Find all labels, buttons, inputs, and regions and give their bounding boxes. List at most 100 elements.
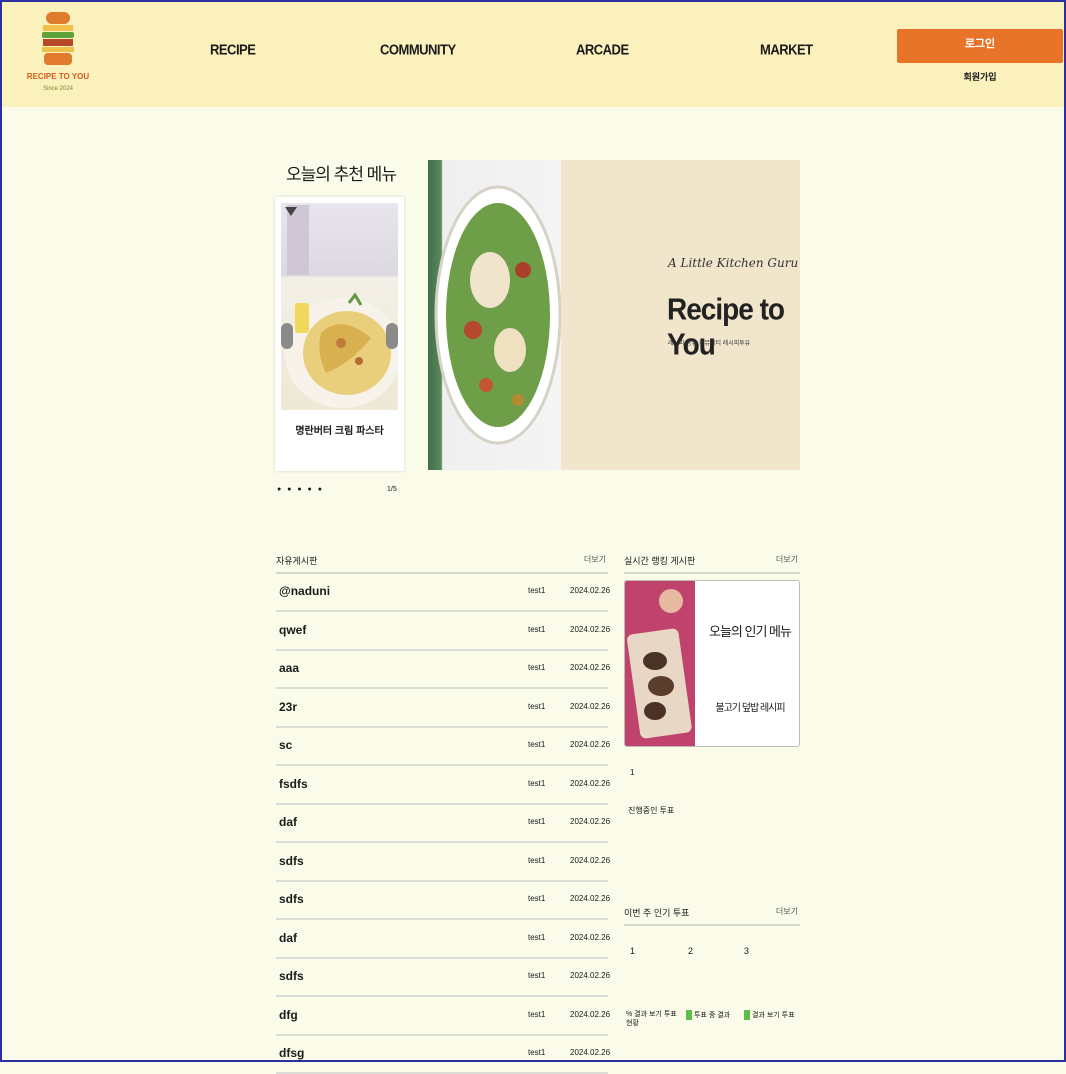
poll-swatch <box>744 1010 750 1020</box>
salad-bowl-illustration <box>434 185 562 445</box>
board-row[interactable]: fsdfs test1 2024.02.26 <box>276 765 611 805</box>
poll-swatch <box>686 1010 692 1020</box>
grilled-food-illustration <box>627 589 692 739</box>
carousel-prev-arrow[interactable] <box>281 323 293 349</box>
row-author: test1 <box>528 817 546 826</box>
ranking-card[interactable]: 오늘의 인기 메뉴 불고기 덮밥 레시피 <box>624 580 800 747</box>
poll-result-label: 투표 중 결과 <box>694 1011 731 1019</box>
row-title[interactable]: aaa <box>279 661 299 675</box>
nav-community[interactable]: COMMUNITY <box>380 41 456 58</box>
row-date: 2024.02.26 <box>570 740 611 749</box>
ranking-title: 실시간 랭킹 게시판 <box>624 556 696 566</box>
nav-arcade[interactable]: ARCADE <box>576 41 629 58</box>
salad-photo <box>428 160 562 470</box>
row-title[interactable]: sdfs <box>279 969 304 983</box>
logo-subtitle: Since 2024 <box>42 86 74 92</box>
row-date: 2024.02.26 <box>570 855 611 865</box>
board-row[interactable]: @naduni test1 2024.02.26 <box>276 572 611 612</box>
poll-more-link[interactable]: 더보기 <box>776 906 798 917</box>
board-row[interactable]: aaa test1 2024.02.26 <box>276 649 611 689</box>
row-date: 2024.02.26 <box>570 701 611 711</box>
row-title[interactable]: @naduni <box>279 584 330 598</box>
recommended-card[interactable]: 명란버터 크림 파스타 <box>275 197 404 471</box>
board-row[interactable]: sdfs test1 2024.02.26 <box>276 842 611 882</box>
recommended-title: 오늘의 추천 메뉴 <box>286 165 397 184</box>
row-author: test1 <box>528 624 546 634</box>
board-row[interactable]: sc test1 2024.02.26 <box>276 726 611 766</box>
ranking-header: 실시간 랭킹 게시판 더보기 <box>624 554 800 574</box>
board-row[interactable]: qwef test1 2024.02.26 <box>276 611 611 651</box>
row-title[interactable]: daf <box>279 815 297 829</box>
board-row[interactable]: daf test1 2024.02.26 <box>276 919 611 959</box>
row-author: test1 <box>528 701 546 711</box>
site-logo[interactable]: RECIPE TO YOU Since 2024 <box>26 12 90 100</box>
poll-title: 이번 주 인기 투표 <box>624 908 690 918</box>
row-author: test1 <box>528 855 546 865</box>
banner-title: Recipe to You <box>667 291 785 362</box>
row-date: 2024.02.26 <box>570 1048 611 1057</box>
login-button[interactable]: 로그인 <box>897 29 1063 63</box>
board-title: 자유게시판 <box>276 556 318 566</box>
burger-logo-icon <box>42 12 74 65</box>
row-author: test1 <box>528 663 546 672</box>
poll-result-label: 결과 보기 투표 <box>752 1011 795 1019</box>
row-title[interactable]: fsdfs <box>279 777 308 791</box>
row-date: 2024.02.26 <box>570 971 611 980</box>
board-row[interactable]: sdfs test1 2024.02.26 <box>276 880 611 920</box>
row-author: test1 <box>528 586 546 595</box>
row-title[interactable]: dfsg <box>279 1046 304 1060</box>
row-date: 2024.02.26 <box>570 778 611 788</box>
poll-header: 이번 주 인기 투표 더보기 <box>624 906 800 926</box>
ranking-more-link[interactable]: 더보기 <box>776 554 798 565</box>
poll-option-2[interactable]: 2 <box>688 946 693 956</box>
row-date: 2024.02.26 <box>570 817 611 826</box>
board-row[interactable]: sdfs test1 2024.02.26 <box>276 957 611 997</box>
ranking-indicator: 1 <box>630 768 635 777</box>
nav-market[interactable]: MARKET <box>760 41 813 58</box>
nav-recipe[interactable]: RECIPE <box>210 41 256 58</box>
row-title[interactable]: sc <box>279 738 292 752</box>
poll-result-label: % 결과 보기 투표 현황 <box>626 1011 677 1027</box>
pasta-photo <box>281 203 398 410</box>
ranking-photo <box>625 581 695 746</box>
recommended-caption: 명란버터 크림 파스타 <box>295 426 384 437</box>
carousel-next-arrow[interactable] <box>386 323 398 349</box>
top-header: RECIPE TO YOU Since 2024 RECIPE COMMUNIT… <box>0 0 1066 107</box>
ranking-line2: 불고기 덮밥 레시피 <box>715 703 785 714</box>
poll-result-1: % 결과 보기 투표 현황 <box>626 1010 684 1028</box>
hero-banner[interactable]: A Little Kitchen Guru Recipe to You 레시피 … <box>428 160 800 470</box>
carousel-dots[interactable]: ● ● ● ● ● <box>277 486 324 493</box>
row-title[interactable]: qwef <box>279 623 306 637</box>
poll-status-text: 진행중인 투표 <box>628 806 675 815</box>
ranking-line1: 오늘의 인기 메뉴 <box>709 624 792 639</box>
row-title[interactable]: daf <box>279 931 297 945</box>
row-author: test1 <box>528 932 546 942</box>
board-row[interactable]: 23r test1 2024.02.26 <box>276 688 611 728</box>
row-title[interactable]: sdfs <box>279 854 304 868</box>
row-date: 2024.02.26 <box>570 894 611 903</box>
row-date: 2024.02.26 <box>570 932 611 942</box>
pasta-dish-illustration <box>285 205 398 408</box>
carousel-page-indicator: 1/5 <box>387 486 397 493</box>
row-title[interactable]: dfg <box>279 1008 298 1022</box>
row-date: 2024.02.26 <box>570 663 611 672</box>
row-title[interactable]: sdfs <box>279 892 304 906</box>
poll-option-1[interactable]: 1 <box>630 946 635 956</box>
row-title[interactable]: 23r <box>279 700 297 714</box>
row-date: 2024.02.26 <box>570 586 611 595</box>
signup-link[interactable]: 회원가입 <box>962 70 998 83</box>
banner-subtitle: 레시피 공유 커뮤니티 레시피투유 <box>668 341 751 347</box>
row-author: test1 <box>528 971 546 980</box>
row-author: test1 <box>528 894 546 903</box>
row-date: 2024.02.26 <box>570 624 611 634</box>
row-author: test1 <box>528 1048 546 1057</box>
board-more-link[interactable]: 더보기 <box>584 554 606 565</box>
row-author: test1 <box>528 740 546 749</box>
board-row[interactable]: dfsg test1 2024.02.26 <box>276 1034 611 1074</box>
row-date: 2024.02.26 <box>570 1009 611 1019</box>
poll-option-3[interactable]: 3 <box>744 946 749 956</box>
board-row[interactable]: daf test1 2024.02.26 <box>276 803 611 843</box>
row-author: test1 <box>528 1009 546 1019</box>
board-row[interactable]: dfg test1 2024.02.26 <box>276 996 611 1036</box>
banner-script-text: A Little Kitchen Guru <box>668 256 799 270</box>
